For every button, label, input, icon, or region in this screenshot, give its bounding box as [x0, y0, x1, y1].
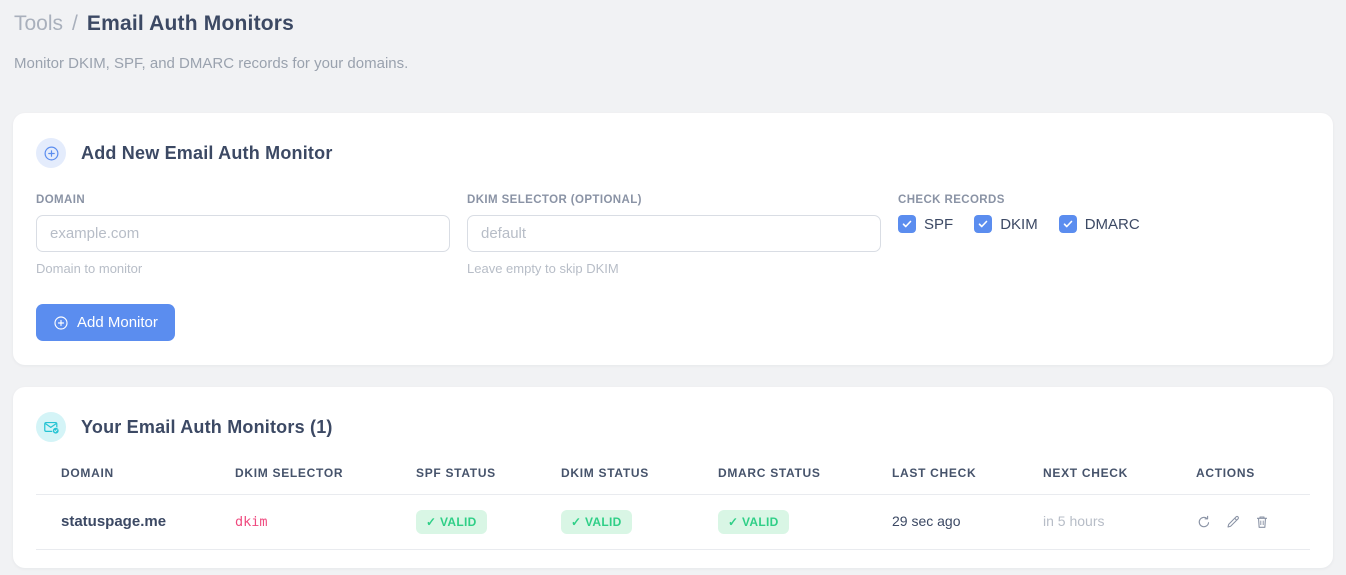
delete-icon[interactable] — [1254, 514, 1270, 530]
col-header-last-check: LAST CHECK — [867, 466, 1018, 495]
dkim-selector-label: DKIM SELECTOR (OPTIONAL) — [467, 194, 642, 206]
monitor-last-check: 29 sec ago — [892, 513, 961, 529]
checkbox-checked-icon — [974, 215, 993, 233]
envelope-check-icon — [36, 412, 66, 442]
col-header-dkim-status: DKIM STATUS — [536, 466, 693, 495]
table-header-row: DOMAIN DKIM SELECTOR SPF STATUS DKIM STA… — [36, 466, 1310, 495]
col-header-dmarc-status: DMARC STATUS — [693, 466, 867, 495]
row-actions — [1196, 514, 1310, 530]
add-monitor-button-label: Add Monitor — [77, 314, 158, 331]
col-header-spf-status: SPF STATUS — [391, 466, 536, 495]
monitor-next-check: in 5 hours — [1043, 513, 1105, 529]
domain-label: DOMAIN — [36, 194, 86, 206]
add-monitor-card-title: Add New Email Auth Monitor — [81, 142, 333, 163]
checkbox-checked-icon — [1058, 215, 1077, 233]
page-title: Email Auth Monitors — [86, 12, 295, 35]
monitor-dkim-selector: dkim — [235, 514, 268, 530]
monitor-domain: statuspage.me — [61, 513, 167, 530]
dmarc-checkbox-label: DMARC — [1084, 215, 1140, 233]
check-records-label: CHECK RECORDS — [898, 194, 1005, 206]
monitors-table: DOMAIN DKIM SELECTOR SPF STATUS DKIM STA… — [36, 466, 1310, 550]
monitors-card-title: Your Email Auth Monitors (1) — [81, 416, 333, 437]
circle-plus-icon — [53, 315, 69, 331]
table-row: statuspage.me dkim ✓ VALID ✓ VALID ✓ VAL… — [36, 494, 1310, 550]
breadcrumb-separator: / — [72, 12, 78, 35]
col-header-domain: DOMAIN — [36, 466, 210, 495]
dkim-checkbox[interactable]: DKIM — [974, 215, 1038, 233]
spf-status-badge: ✓ VALID — [416, 510, 487, 534]
page-header: Tools / Email Auth Monitors Monitor DKIM… — [0, 0, 1346, 72]
edit-icon[interactable] — [1225, 514, 1241, 530]
col-header-dkim-selector: DKIM SELECTOR — [210, 466, 391, 495]
col-header-next-check: NEXT CHECK — [1018, 466, 1171, 495]
breadcrumb-tools-link[interactable]: Tools — [14, 12, 63, 36]
add-monitor-button[interactable]: Add Monitor — [36, 304, 175, 341]
refresh-icon[interactable] — [1196, 514, 1212, 530]
add-monitor-form: DOMAIN Domain to monitor DKIM SELECTOR (… — [36, 194, 1310, 276]
page-subtitle: Monitor DKIM, SPF, and DMARC records for… — [14, 55, 409, 72]
col-header-actions: ACTIONS — [1171, 466, 1310, 495]
dkim-selector-hint: Leave empty to skip DKIM — [467, 261, 619, 276]
spf-checkbox[interactable]: SPF — [898, 215, 953, 233]
dkim-selector-input[interactable] — [467, 215, 881, 252]
domain-input[interactable] — [36, 215, 450, 252]
checkbox-checked-icon — [898, 215, 916, 233]
domain-hint: Domain to monitor — [36, 261, 143, 276]
monitors-card: Your Email Auth Monitors (1) DOMAIN DKIM… — [13, 387, 1333, 568]
add-monitor-card: Add New Email Auth Monitor DOMAIN Domain… — [13, 113, 1333, 365]
dkim-selector-field-group: DKIM SELECTOR (OPTIONAL) Leave empty to … — [467, 194, 881, 276]
dmarc-status-badge: ✓ VALID — [718, 510, 789, 534]
dkim-checkbox-label: DKIM — [1000, 215, 1038, 233]
dmarc-checkbox[interactable]: DMARC — [1058, 215, 1140, 233]
spf-checkbox-label: SPF — [924, 215, 954, 233]
dkim-status-badge: ✓ VALID — [561, 510, 632, 534]
breadcrumb: Tools / Email Auth Monitors — [14, 12, 1332, 36]
domain-field-group: DOMAIN Domain to monitor — [36, 194, 450, 276]
check-records-group: CHECK RECORDS SPF DKIM DMARC — [898, 194, 1310, 276]
circle-plus-icon — [36, 138, 66, 168]
